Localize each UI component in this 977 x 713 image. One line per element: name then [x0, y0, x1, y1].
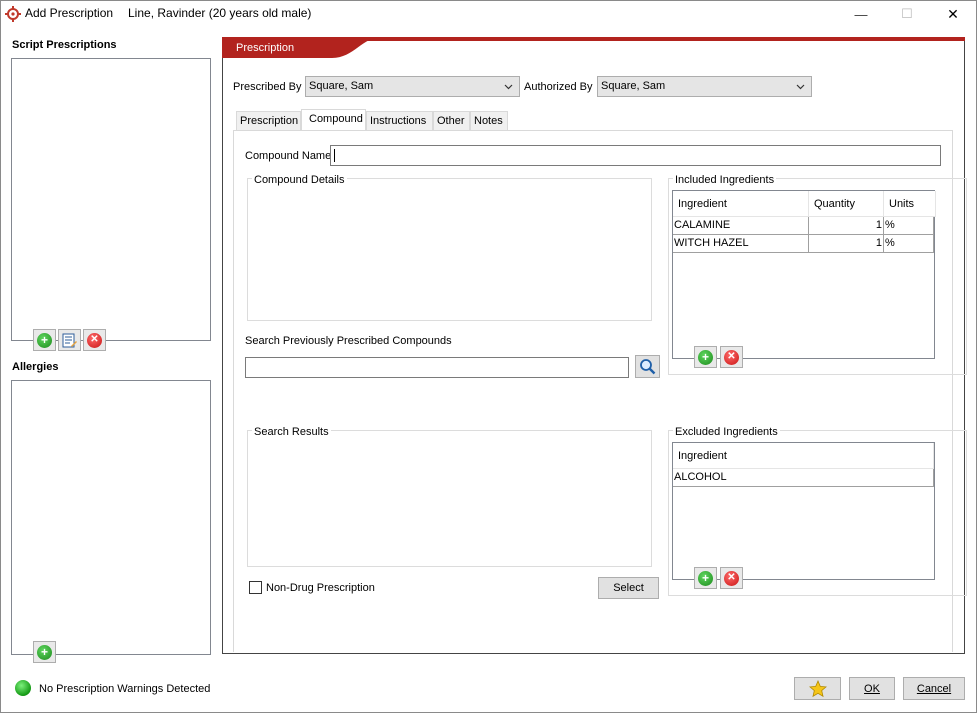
- plus-icon: +: [698, 349, 713, 365]
- column-header-units[interactable]: Units: [884, 191, 936, 217]
- column-header-ingredient[interactable]: Ingredient: [673, 191, 809, 217]
- included-ingredients-table[interactable]: Ingredient Quantity Units CALAMINE 1 % W…: [672, 190, 936, 359]
- units-cell: %: [885, 237, 895, 249]
- tab-prescription[interactable]: Prescription: [236, 111, 301, 131]
- table-row[interactable]: CALAMINE 1 %: [673, 217, 934, 235]
- status-indicator-icon: [15, 680, 31, 696]
- compound-details-group: [247, 178, 652, 321]
- allergies-title: Allergies: [12, 361, 59, 373]
- search-button[interactable]: [635, 355, 660, 378]
- ok-label: OK: [864, 682, 880, 695]
- maximize-button[interactable]: ☐: [884, 0, 930, 28]
- select-button[interactable]: Select: [598, 577, 659, 599]
- remove-icon: ✕: [724, 570, 739, 586]
- plus-icon: +: [698, 570, 713, 586]
- ingredient-cell: ALCOHOL: [674, 471, 727, 483]
- status-text: No Prescription Warnings Detected: [39, 683, 211, 695]
- cell-divider: [883, 217, 884, 235]
- title-bar: Add Prescription Line, Ravinder (20 year…: [0, 0, 977, 28]
- authorized-by-select[interactable]: Square, Sam: [597, 76, 812, 97]
- cancel-label: Cancel: [916, 682, 952, 695]
- ingredient-cell: CALAMINE: [674, 219, 731, 231]
- panel-header-label: Prescription: [236, 42, 295, 54]
- script-prescriptions-list[interactable]: [11, 58, 211, 341]
- remove-excluded-ingredient-button[interactable]: ✕: [720, 567, 743, 589]
- remove-icon: ✕: [724, 349, 739, 365]
- script-prescriptions-title: Script Prescriptions: [12, 39, 117, 51]
- close-button[interactable]: ✕: [930, 0, 976, 28]
- star-icon: [808, 679, 827, 698]
- quantity-cell: 1: [875, 237, 882, 249]
- ingredient-cell: WITCH HAZEL: [674, 237, 749, 249]
- add-script-button[interactable]: +: [33, 329, 56, 351]
- chevron-down-icon: [796, 77, 805, 103]
- remove-included-ingredient-button[interactable]: ✕: [720, 346, 743, 368]
- window-title: Add Prescription: [25, 6, 114, 20]
- magnifier-icon: [639, 358, 656, 375]
- authorized-by-value: Square, Sam: [601, 80, 666, 92]
- ok-button[interactable]: OK: [849, 677, 895, 700]
- non-drug-label: Non-Drug Prescription: [266, 582, 375, 594]
- patient-name: Line, Ravinder (20 years old male): [128, 6, 312, 20]
- search-results-label: Search Results: [252, 426, 331, 438]
- search-compounds-label: Search Previously Prescribed Compounds: [245, 335, 452, 347]
- allergies-list[interactable]: [11, 380, 211, 655]
- remove-script-button[interactable]: ✕: [83, 329, 106, 351]
- add-excluded-ingredient-button[interactable]: +: [694, 567, 717, 589]
- tab-compound[interactable]: Compound: [301, 109, 366, 131]
- authorized-by-label: Authorized By: [524, 81, 593, 93]
- plus-icon: +: [37, 332, 52, 348]
- add-allergy-button[interactable]: +: [33, 641, 56, 663]
- prescribed-by-value: Square, Sam: [309, 80, 374, 92]
- edit-script-button[interactable]: [58, 329, 81, 351]
- prescribed-by-label: Prescribed By: [233, 81, 302, 93]
- minimize-button[interactable]: —: [838, 0, 884, 28]
- plus-icon: +: [37, 644, 52, 660]
- remove-icon: ✕: [87, 332, 102, 348]
- table-row[interactable]: ALCOHOL: [673, 469, 934, 487]
- favorite-button[interactable]: [794, 677, 841, 700]
- text-caret: [334, 149, 335, 162]
- compound-name-label: Compound Name: [245, 150, 332, 162]
- cancel-button[interactable]: Cancel: [903, 677, 965, 700]
- app-logo-icon: [5, 6, 21, 22]
- prescribed-by-select[interactable]: Square, Sam: [305, 76, 520, 97]
- non-drug-checkbox[interactable]: [249, 581, 262, 594]
- excluded-ingredients-table[interactable]: Ingredient ALCOHOL: [672, 442, 935, 580]
- tab-instructions[interactable]: Instructions: [366, 111, 433, 131]
- compound-name-input[interactable]: [330, 145, 941, 166]
- included-ingredients-title: Included Ingredients: [673, 174, 777, 186]
- tab-other[interactable]: Other: [433, 111, 470, 131]
- table-row[interactable]: WITCH HAZEL 1 %: [673, 235, 934, 253]
- cell-divider: [883, 235, 884, 253]
- column-header-ingredient[interactable]: Ingredient: [673, 443, 934, 469]
- compound-details-label: Compound Details: [252, 174, 347, 186]
- search-compounds-input[interactable]: [245, 357, 629, 378]
- excluded-ingredients-title: Excluded Ingredients: [673, 426, 780, 438]
- column-header-quantity[interactable]: Quantity: [809, 191, 884, 217]
- edit-list-icon: [62, 333, 77, 348]
- tab-notes[interactable]: Notes: [470, 111, 508, 131]
- search-results-group: [247, 430, 652, 567]
- add-included-ingredient-button[interactable]: +: [694, 346, 717, 368]
- chevron-down-icon: [504, 77, 513, 103]
- quantity-cell: 1: [875, 219, 882, 231]
- units-cell: %: [885, 219, 895, 231]
